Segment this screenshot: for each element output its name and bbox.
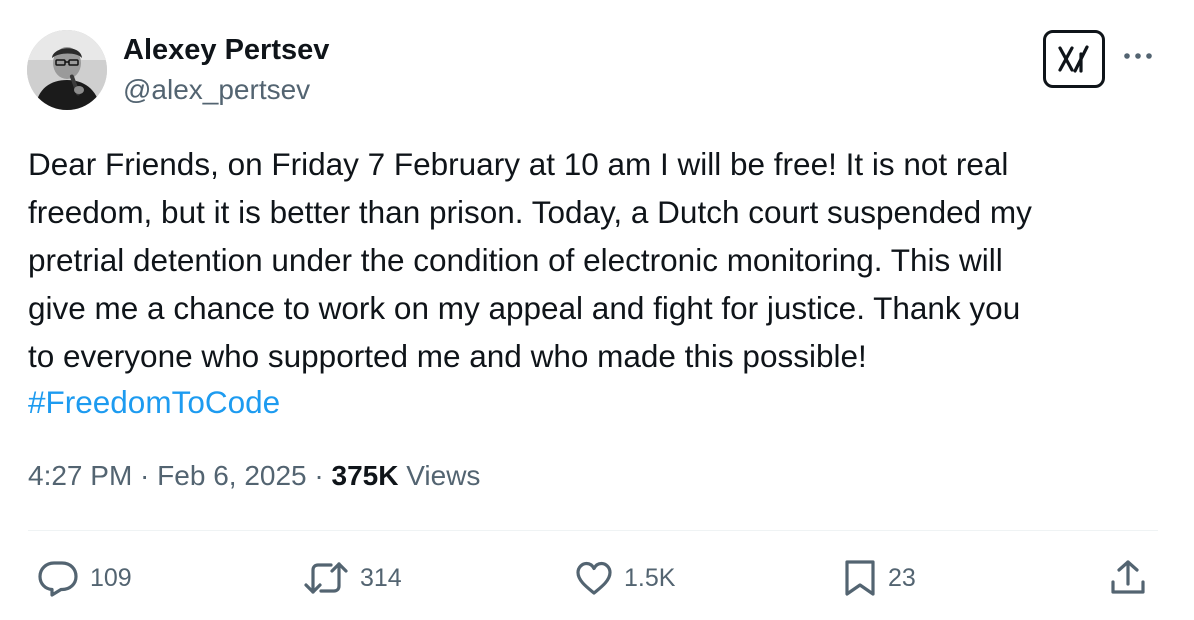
- bookmark-count: 23: [888, 563, 916, 592]
- hashtag-link[interactable]: #FreedomToCode: [28, 378, 280, 426]
- like-count: 1.5K: [624, 563, 676, 592]
- meta-separator: ·: [306, 460, 332, 491]
- repost-button[interactable]: 314: [302, 558, 402, 598]
- repost-count: 314: [360, 563, 402, 592]
- share-button[interactable]: [1108, 558, 1148, 598]
- tweet-text: Dear Friends, on Friday 7 February at 10…: [28, 146, 1032, 374]
- profile-photo: [27, 30, 107, 110]
- user-handle[interactable]: @alex_pertsev: [123, 74, 310, 106]
- grok-icon: [1058, 45, 1089, 73]
- more-icon: [1124, 53, 1152, 59]
- views-label: Views: [398, 460, 481, 491]
- grok-button[interactable]: [1043, 30, 1105, 88]
- bookmark-button[interactable]: 23: [842, 558, 916, 598]
- display-name[interactable]: Alexey Pertsev: [123, 34, 329, 67]
- divider: [28, 530, 1158, 531]
- share-icon: [1111, 560, 1145, 594]
- more-button[interactable]: [1122, 40, 1154, 72]
- reply-button[interactable]: 109: [36, 558, 132, 598]
- tweet-meta: 4:27 PM · Feb 6, 2025 · 375K Views: [28, 460, 480, 492]
- tweet-date[interactable]: Feb 6, 2025: [157, 460, 306, 491]
- repost-icon: [304, 562, 348, 594]
- bookmark-icon: [845, 560, 875, 596]
- like-button[interactable]: 1.5K: [574, 558, 675, 598]
- avatar[interactable]: [27, 30, 107, 110]
- tweet-card: Alexey Pertsev @alex_pertsev Dear Friend…: [0, 0, 1194, 620]
- tweet-time[interactable]: 4:27 PM: [28, 460, 132, 491]
- heart-icon: [576, 561, 612, 595]
- reply-icon: [38, 561, 78, 597]
- meta-separator: ·: [132, 460, 158, 491]
- views-count[interactable]: 375K: [332, 460, 399, 491]
- reply-count: 109: [90, 563, 132, 592]
